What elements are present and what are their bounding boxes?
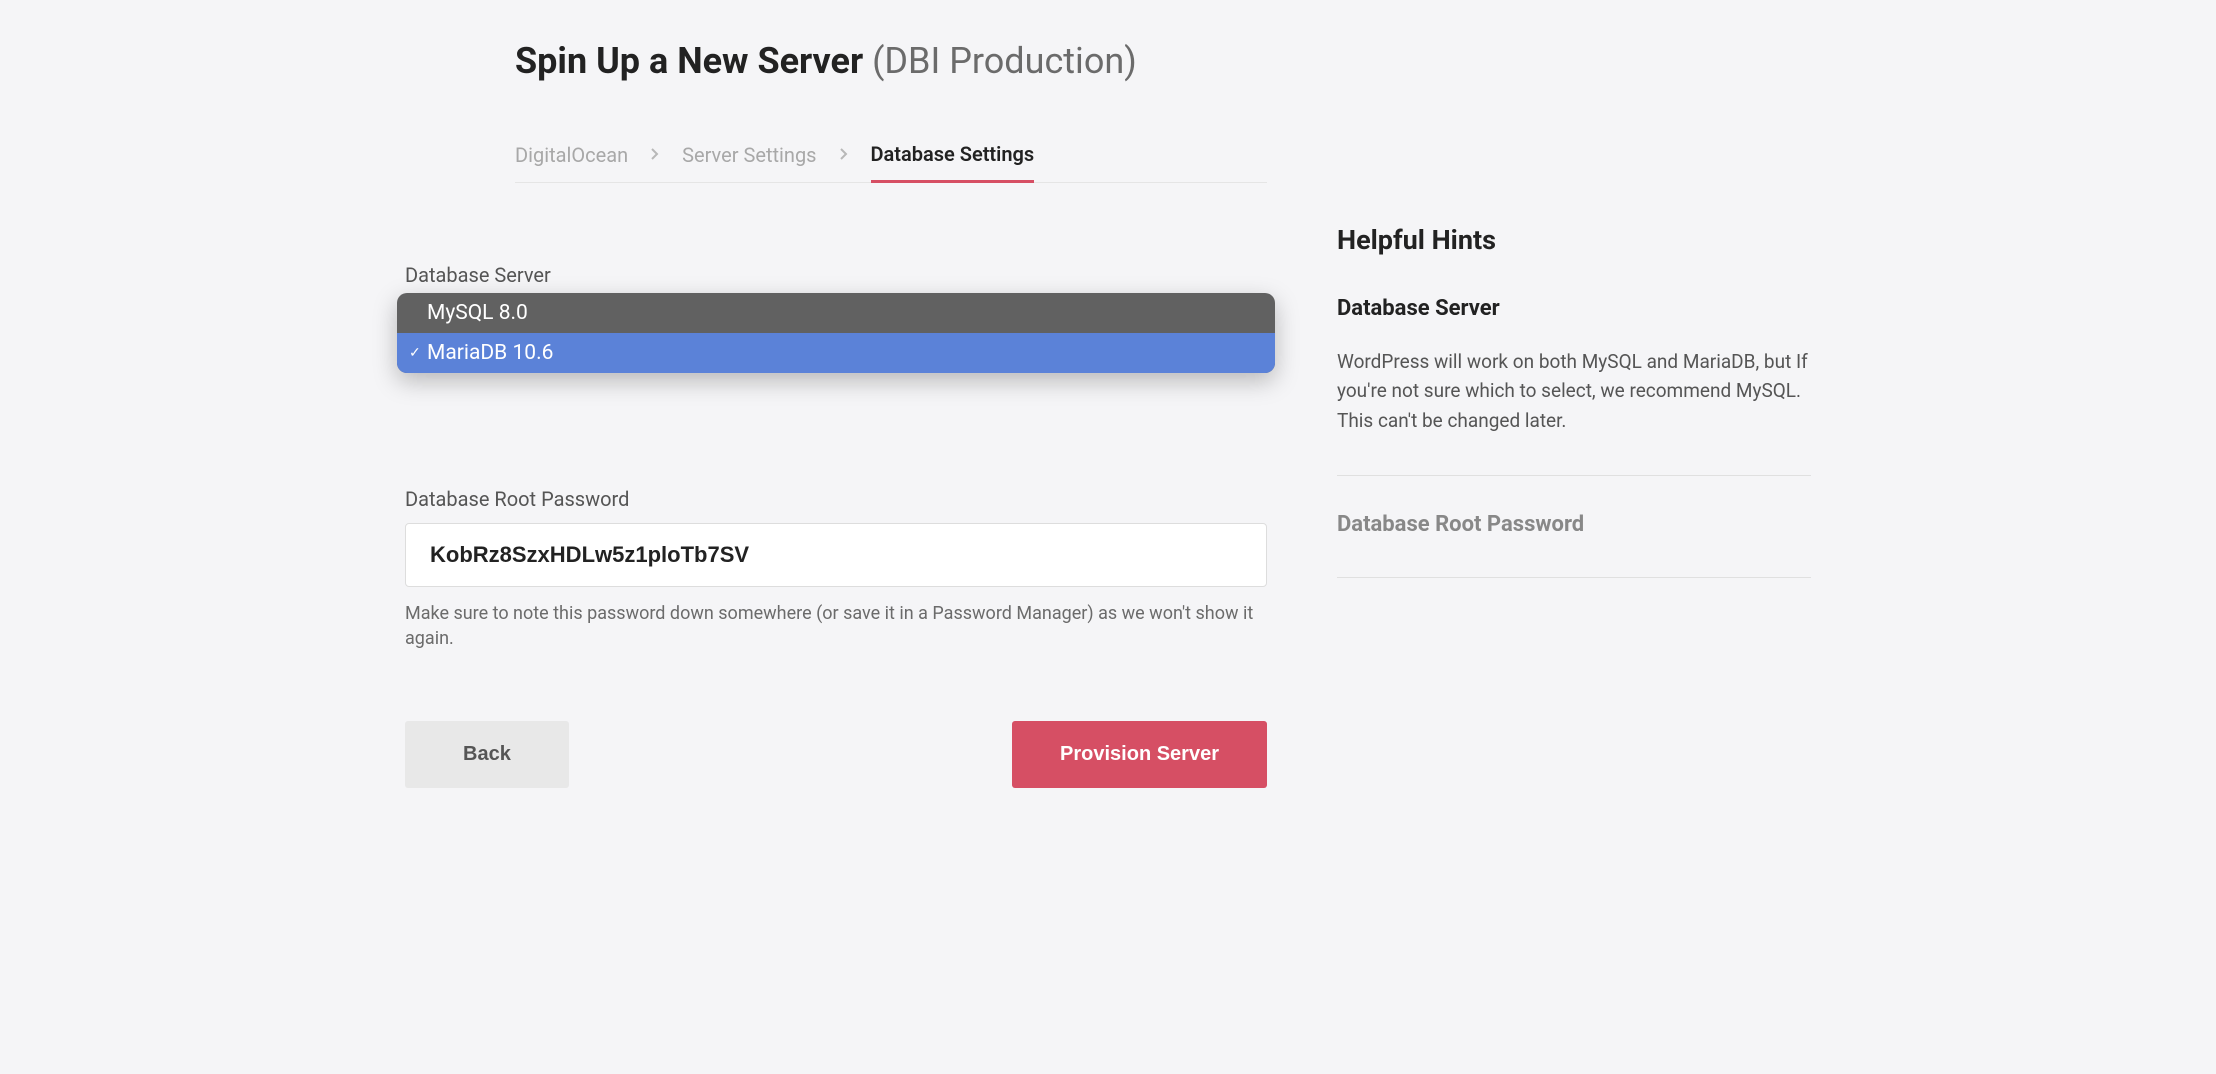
dropdown-option-mariadb[interactable]: ✓ MariaDB 10.6 bbox=[397, 333, 1275, 373]
hints-title: Helpful Hints bbox=[1337, 224, 1811, 256]
dropdown-option-label: MySQL 8.0 bbox=[427, 301, 528, 325]
page-title-bold: Spin Up a New Server bbox=[515, 40, 863, 82]
check-icon: ✓ bbox=[409, 345, 427, 361]
breadcrumb-item-digitalocean[interactable]: DigitalOcean bbox=[515, 143, 628, 181]
hints-divider bbox=[1337, 475, 1811, 476]
breadcrumb-item-server-settings[interactable]: Server Settings bbox=[682, 143, 816, 181]
dropdown-option-mysql[interactable]: MySQL 8.0 bbox=[397, 293, 1275, 333]
breadcrumb-item-database-settings[interactable]: Database Settings bbox=[871, 142, 1035, 183]
database-server-field: Database Server MySQL 8.0 ✓ MariaDB 10.6 bbox=[405, 263, 1267, 367]
chevron-right-icon bbox=[839, 146, 849, 179]
hints-divider bbox=[1337, 577, 1811, 578]
button-row: Back Provision Server bbox=[405, 721, 1267, 788]
chevron-right-icon bbox=[650, 146, 660, 179]
page-title: Spin Up a New Server (DBI Production) bbox=[515, 40, 1811, 82]
root-password-field: Database Root Password Make sure to note… bbox=[405, 487, 1267, 651]
page-title-context: (DBI Production) bbox=[863, 40, 1137, 82]
root-password-label: Database Root Password bbox=[405, 487, 1267, 511]
back-button[interactable]: Back bbox=[405, 721, 569, 788]
root-password-help: Make sure to note this password down som… bbox=[405, 601, 1267, 651]
helpful-hints-sidebar: Helpful Hints Database Server WordPress … bbox=[1337, 142, 1811, 788]
dropdown-option-label: MariaDB 10.6 bbox=[427, 341, 553, 365]
breadcrumb: DigitalOcean Server Settings Database Se… bbox=[515, 142, 1267, 183]
provision-server-button[interactable]: Provision Server bbox=[1012, 721, 1267, 788]
database-server-dropdown: MySQL 8.0 ✓ MariaDB 10.6 bbox=[397, 293, 1275, 373]
database-server-label: Database Server bbox=[405, 263, 1267, 287]
hints-section-database-server-title: Database Server bbox=[1337, 296, 1811, 321]
hints-section-database-server-body: WordPress will work on both MySQL and Ma… bbox=[1337, 347, 1811, 435]
root-password-input[interactable] bbox=[405, 523, 1267, 587]
hints-section-root-password-title[interactable]: Database Root Password bbox=[1337, 512, 1811, 537]
